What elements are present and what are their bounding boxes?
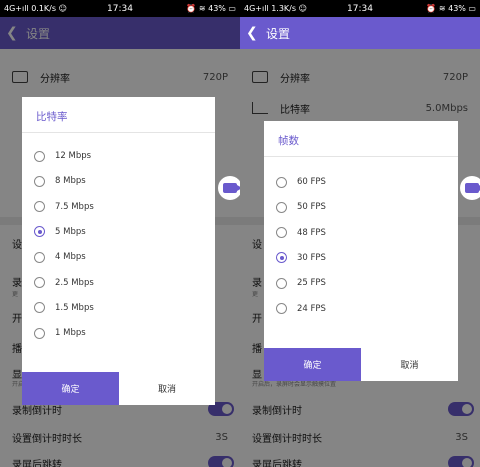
left-screen: 4G+ıll 0.1K/s ☺ 17:34 ⏰ ≋ 43% ▭ ❮ 设置 分辨率… (0, 0, 240, 467)
page-title: 设置 (266, 26, 291, 41)
radio-option[interactable]: 1.5 Mbps (34, 299, 94, 317)
radio-option-label: 25 FPS (297, 278, 326, 289)
status-time: 17:34 (347, 3, 373, 14)
radio-option[interactable]: 24 FPS (276, 300, 326, 318)
radio-option-label: 48 FPS (297, 227, 326, 238)
radio-option-label: 50 FPS (297, 202, 326, 213)
app-bar: ❮ 设置 (240, 17, 480, 49)
radio-option-label: 1.5 Mbps (55, 302, 94, 313)
dialog-title: 帧数 (278, 135, 299, 147)
radio-option-label: 7.5 Mbps (55, 201, 94, 212)
confirm-button[interactable]: 确定 (22, 372, 119, 405)
radio-selected-icon[interactable] (276, 252, 287, 264)
fps-dialog: 帧数 60 FPS 50 FPS 48 FPS 30 FPS 25 FPS 24 FPS … (264, 121, 458, 381)
radio-option[interactable]: 12 Mbps (34, 147, 91, 165)
radio-unselected-icon[interactable] (34, 150, 45, 162)
radio-unselected-icon[interactable] (276, 227, 287, 239)
status-time: 17:34 (107, 3, 133, 14)
radio-option-label: 5 Mbps (55, 226, 86, 237)
radio-option[interactable]: 30 FPS (276, 249, 326, 267)
status-bar: 4G+ıll 0.1K/s ☺ 17:34 ⏰ ≋ 43% ▭ (0, 0, 240, 17)
radio-option[interactable]: 8 Mbps (34, 172, 86, 190)
cancel-button[interactable]: 取消 (119, 372, 215, 405)
radio-unselected-icon[interactable] (34, 201, 45, 213)
back-arrow-icon[interactable]: ❮ (246, 25, 260, 41)
radio-option[interactable]: 1 Mbps (34, 324, 86, 342)
radio-unselected-icon[interactable] (276, 201, 287, 213)
radio-unselected-icon[interactable] (34, 327, 45, 339)
radio-option-label: 30 FPS (297, 252, 326, 263)
radio-option-label: 8 Mbps (55, 176, 86, 187)
dialog-divider (264, 156, 458, 157)
radio-unselected-icon[interactable] (34, 277, 45, 288)
radio-option[interactable]: 2.5 Mbps (34, 274, 94, 292)
bitrate-dialog: 比特率 12 Mbps 8 Mbps 7.5 Mbps 5 Mbps 4 Mbps 2.5… (22, 97, 215, 405)
status-bar: 4G+ıll 1.3K/s ☺ 17:34 ⏰ ≋ 43% ▭ (240, 0, 480, 17)
radio-option[interactable]: 7.5 Mbps (34, 198, 94, 216)
radio-selected-icon[interactable] (34, 226, 45, 238)
radio-option[interactable]: 48 FPS (276, 224, 326, 242)
cancel-button[interactable]: 取消 (361, 348, 458, 381)
radio-option-label: 1 Mbps (55, 328, 86, 339)
radio-option-label: 2.5 Mbps (55, 277, 94, 288)
radio-option-label: 12 Mbps (55, 151, 92, 161)
dialog-title: 比特率 (36, 111, 68, 123)
radio-option[interactable]: 50 FPS (276, 198, 326, 216)
radio-unselected-icon[interactable] (276, 303, 287, 314)
radio-unselected-icon[interactable] (276, 176, 287, 188)
radio-option-label: 60 FPS (297, 177, 326, 187)
radio-option[interactable]: 25 FPS (276, 274, 326, 292)
confirm-button[interactable]: 确定 (264, 348, 361, 381)
radio-unselected-icon[interactable] (34, 251, 45, 263)
radio-unselected-icon[interactable] (276, 277, 287, 289)
camera-icon (223, 183, 240, 193)
radio-option[interactable]: 4 Mbps (34, 248, 86, 266)
radio-option[interactable]: 60 FPS (276, 173, 326, 191)
radio-unselected-icon[interactable] (34, 302, 45, 314)
dialog-divider (22, 132, 215, 133)
radio-unselected-icon[interactable] (34, 175, 45, 187)
radio-option[interactable]: 5 Mbps (34, 223, 86, 241)
floating-record-button[interactable] (460, 176, 480, 200)
right-screen: 4G+ıll 1.3K/s ☺ 17:34 ⏰ ≋ 43% ▭ ❮ 设置 分辨率… (240, 0, 480, 467)
radio-option-label: 4 Mbps (55, 252, 86, 263)
floating-record-button[interactable] (218, 176, 240, 200)
camera-icon (465, 183, 480, 193)
radio-option-label: 24 FPS (297, 303, 326, 314)
